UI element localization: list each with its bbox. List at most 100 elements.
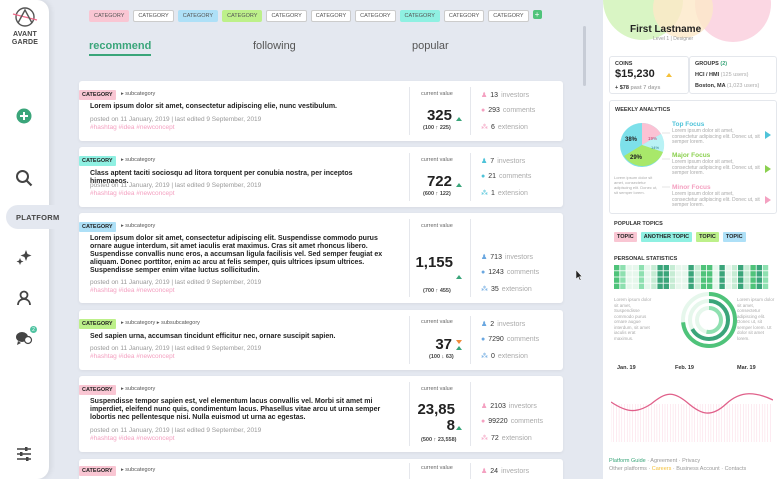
feed-scrollbar[interactable] [583,26,586,86]
post-card[interactable]: CATEGORY ▸ subcategory Class aptent taci… [79,147,563,207]
tab-recommend[interactable]: recommend [89,40,152,56]
post-hashtags[interactable]: #hashtag #idea #newconcept [90,353,175,360]
topic-chip[interactable]: TOPIC [722,232,746,242]
add-icon[interactable] [14,106,34,126]
category-filter-chip[interactable]: CATEGORY [488,10,529,22]
extension-stat[interactable]: ⁂ 1 extension [481,189,528,198]
category-filter-chip[interactable]: CATEGORY [222,10,263,22]
coins-card[interactable]: COINS $15,230 + $78 past 7 days [609,56,689,94]
focus-1-arrow-icon[interactable] [765,131,771,139]
heatmap-cell [707,265,713,271]
post-category-tag[interactable]: CATEGORY [79,319,116,329]
footer-link[interactable]: Platform Guide [609,458,646,464]
category-filter-chip[interactable]: CATEGORY [443,10,485,22]
post-category-tag[interactable]: CATEGORY [79,222,116,232]
category-filter-chip[interactable]: CATEGORY [310,10,352,22]
comments-stat[interactable]: ● 21 comments [481,173,531,180]
comments-stat[interactable]: ● 1243 comments [481,269,539,276]
extension-stat[interactable]: ⁂ 0 extension [481,352,528,361]
settings-sliders-icon[interactable] [14,444,34,464]
progress-rings[interactable] [679,290,739,350]
heatmap-cell [700,271,707,277]
profile-icon[interactable] [14,288,34,308]
tab-following[interactable]: following [253,40,296,52]
topic-chip[interactable]: TOPIC [614,232,637,242]
post-subcategory[interactable]: ▸ subcategory [121,91,155,97]
focus-2-title[interactable]: Major Focus [672,152,710,159]
post-card[interactable]: CATEGORY ▸ subcategory current value ♟ 24… [79,459,563,479]
post-subcategory[interactable]: ▸ subcategory ▸ subsubcategory [121,320,200,326]
post-subcategory[interactable]: ▸ subcategory [121,467,155,473]
heatmap-cell [750,265,756,271]
topic-chip[interactable]: ANOTHER TOPIC [640,232,693,242]
tab-popular[interactable]: popular [412,40,449,52]
category-filter-chip[interactable]: CATEGORY [89,10,130,22]
activity-line-chart[interactable] [611,374,773,444]
post-title[interactable]: Lorem ipsum dolor sit amet, consectetur … [90,235,390,275]
investors-stat[interactable]: ♟ 13 investors [481,91,529,100]
logo[interactable]: AVANT GARDE [6,6,44,47]
footer-link[interactable]: Contacts [725,466,747,472]
extension-stat[interactable]: ⁂ 35 extension [481,285,532,294]
connector-lines [662,132,670,188]
groups-card[interactable]: GROUPS (2) HCI / HMI (125 users) Boston,… [689,56,777,94]
post-category-tag[interactable]: CATEGORY [79,156,116,166]
comments-stat[interactable]: ● 293 comments [481,107,535,114]
post-hashtags[interactable]: #hashtag #idea #newconcept [90,124,175,131]
value-change: (500 ↑ 23,558) [421,437,457,443]
post-subcategory[interactable]: ▸ subcategory [121,157,155,163]
post-category-tag[interactable]: CATEGORY [79,90,116,100]
post-subcategory[interactable]: ▸ subcategory [121,223,155,229]
category-filter-chip[interactable]: CATEGORY [399,10,440,22]
platform-tab[interactable]: PLATFORM [6,205,68,229]
investors-stat[interactable]: ♟ 24 investors [481,467,529,476]
footer-link[interactable]: Privacy [682,458,700,464]
heatmap-cell [762,283,769,289]
profile-name[interactable]: First Lastname [630,24,701,35]
category-filter-chip[interactable]: CATEGORY [133,10,174,22]
activity-heatmap[interactable] [614,265,770,291]
group-2-name[interactable]: Boston, MA [695,83,725,89]
category-filter-chip[interactable]: CATEGORY [355,10,396,22]
sparkle-icon[interactable] [14,248,34,268]
focus-3-arrow-icon[interactable] [765,196,771,204]
comments-stat[interactable]: ● 99220 comments [481,418,543,425]
focus-1-title[interactable]: Top Focus [672,121,704,128]
post-card[interactable]: CATEGORY ▸ subcategory Suspendisse tempo… [79,376,563,452]
investors-icon: ♟ [481,254,488,261]
investors-stat[interactable]: ♟ 713 investors [481,253,533,262]
post-hashtags[interactable]: #hashtag #idea #newconcept [90,435,175,442]
focus-3-title[interactable]: Minor Focus [672,184,711,191]
post-hashtags[interactable]: #hashtag #idea #newconcept [90,287,175,294]
post-card[interactable]: CATEGORY ▸ subcategory ▸ subsubcategory … [79,310,563,370]
post-title[interactable]: Suspendisse tempor sapien est, vel eleme… [90,398,390,422]
footer-link[interactable]: Agreement [650,458,677,464]
popular-topics-title: POPULAR TOPICS [614,221,663,227]
investors-stat[interactable]: ♟ 2103 investors [481,402,537,411]
footer-link[interactable]: Careers [652,466,672,472]
post-subcategory[interactable]: ▸ subcategory [121,386,155,392]
divider [470,463,471,479]
post-card[interactable]: CATEGORY ▸ subcategory Lorem ipsum dolor… [79,213,563,303]
post-title[interactable]: Sed sapien urna, accumsan tincidunt effi… [90,333,390,341]
comments-stat[interactable]: ● 7290 comments [481,336,539,343]
heatmap-cell [719,277,725,283]
post-category-tag[interactable]: CATEGORY [79,466,116,476]
footer-link[interactable]: Other platforms [609,466,647,472]
post-title[interactable]: Lorem ipsum dolor sit amet, consectetur … [90,103,390,111]
investors-stat[interactable]: ♟ 2 investors [481,320,525,329]
focus-2-arrow-icon[interactable] [765,165,771,173]
group-1-name[interactable]: HCI / HMI [695,72,719,78]
extension-stat[interactable]: ⁂ 6 extension [481,123,528,132]
post-category-tag[interactable]: CATEGORY [79,385,116,395]
category-filter-chip[interactable]: CATEGORY [177,10,219,22]
extension-stat[interactable]: ⁂ 72 extension [481,434,532,443]
add-category-button[interactable]: + [532,10,542,19]
search-icon[interactable] [14,168,34,188]
footer-link[interactable]: Business Account [676,466,719,472]
category-filter-chip[interactable]: CATEGORY [266,10,307,22]
post-card[interactable]: CATEGORY ▸ subcategory Lorem ipsum dolor… [79,81,563,141]
topic-chip[interactable]: TOPIC [696,232,719,242]
investors-stat[interactable]: ♟ 7 investors [481,157,525,166]
post-hashtags[interactable]: #hashtag #idea #newconcept [90,190,175,197]
